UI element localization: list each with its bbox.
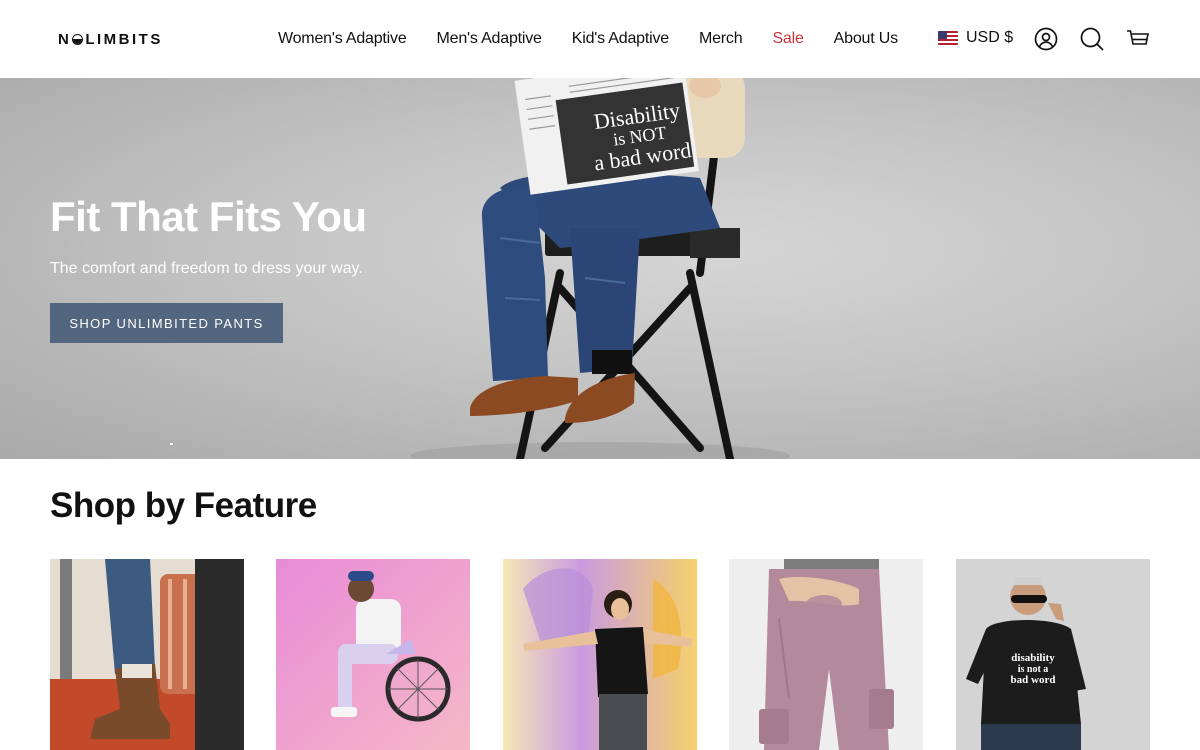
account-icon[interactable] bbox=[1034, 27, 1058, 51]
feature-tile-boots[interactable] bbox=[50, 559, 244, 750]
section-title: Shop by Feature bbox=[50, 486, 317, 525]
logo[interactable]: N LIMBITS bbox=[58, 30, 163, 48]
wheelchair-image bbox=[276, 559, 470, 750]
site-header: N LIMBITS Women's Adaptive Men's Adaptiv… bbox=[0, 0, 1200, 78]
search-icon[interactable] bbox=[1080, 27, 1104, 51]
us-flag-icon bbox=[938, 31, 958, 45]
hero-subtitle: The comfort and freedom to dress your wa… bbox=[50, 260, 363, 277]
graphic-tee-image: disability is not a bad word bbox=[956, 559, 1150, 750]
nav-item-kids-adaptive[interactable]: Kid's Adaptive bbox=[572, 30, 669, 48]
nav-item-sale[interactable]: Sale bbox=[772, 30, 803, 48]
feature-tile-wheelchair[interactable] bbox=[276, 559, 470, 750]
hero-banner: Disability is NOT a bad word Fit That Fi… bbox=[0, 78, 1200, 459]
feature-tile-pants[interactable] bbox=[729, 559, 923, 750]
nav-item-about-us[interactable]: About Us bbox=[834, 30, 898, 48]
shop-pants-button[interactable]: SHOP UNLIMBITED PANTS bbox=[50, 303, 283, 343]
currency-selector[interactable]: USD $ bbox=[938, 29, 1013, 47]
tee-image bbox=[503, 559, 697, 750]
cart-icon[interactable] bbox=[1126, 27, 1150, 51]
feature-tile-tee[interactable] bbox=[503, 559, 697, 750]
slide-indicator[interactable] bbox=[170, 443, 173, 445]
main-nav: Women's Adaptive Men's Adaptive Kid's Ad… bbox=[278, 28, 928, 50]
nav-item-womens-adaptive[interactable]: Women's Adaptive bbox=[278, 30, 407, 48]
logo-text-left: N bbox=[58, 30, 72, 48]
shirt-line-3: bad word bbox=[1011, 674, 1056, 686]
feature-tile-graphic-tee[interactable]: disability is not a bad word bbox=[956, 559, 1150, 750]
nav-item-merch[interactable]: Merch bbox=[699, 30, 743, 48]
logo-text-right: LIMBITS bbox=[85, 30, 163, 48]
hero-title: Fit That Fits You bbox=[50, 193, 367, 240]
currency-label: USD $ bbox=[966, 29, 1014, 46]
logo-dot-icon bbox=[72, 33, 84, 45]
shirt-line-1: disability bbox=[1011, 652, 1055, 664]
nav-item-mens-adaptive[interactable]: Men's Adaptive bbox=[437, 30, 542, 48]
pants-image bbox=[729, 559, 923, 750]
boots-image bbox=[50, 559, 244, 750]
